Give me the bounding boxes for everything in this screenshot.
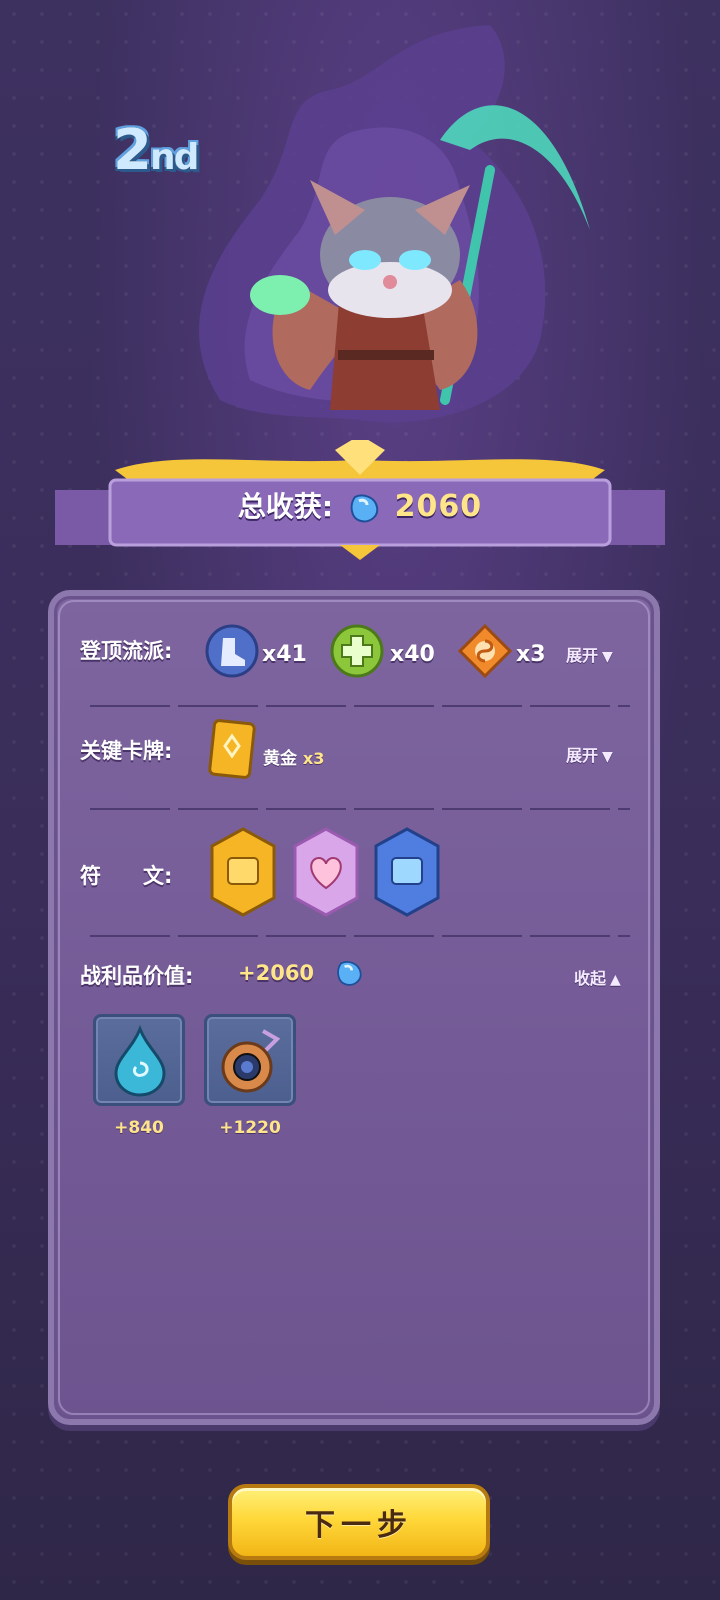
- key-card-count: x3: [302, 749, 325, 768]
- loot-value-total: +2060: [238, 961, 315, 985]
- rank-number: 2: [113, 118, 152, 183]
- gold-chest-rune-icon[interactable]: [208, 826, 278, 918]
- schools-expand-label: 展开: [566, 646, 599, 665]
- loot-item-value: +840: [114, 1118, 164, 1138]
- chevron-up-icon: ▲: [610, 972, 621, 988]
- loot-item[interactable]: [204, 1014, 296, 1106]
- bat-reaper-character-icon: [199, 25, 590, 423]
- loot-value-label: 战利品价值:: [80, 964, 194, 988]
- divider: [90, 808, 630, 810]
- boot-school-icon[interactable]: [205, 624, 259, 678]
- chevron-down-icon: ▼: [602, 649, 613, 665]
- chevron-down-icon: ▼: [602, 749, 613, 765]
- amulet-icon: [221, 1029, 281, 1093]
- loot-collapse-toggle[interactable]: 收起 ▲: [574, 965, 621, 989]
- heart-rune-icon[interactable]: [291, 826, 361, 918]
- key-cards-expand-label: 展开: [566, 746, 599, 765]
- schools-expand-toggle[interactable]: 展开 ▼: [566, 642, 613, 666]
- heal-cross-school-count: x40: [390, 642, 435, 667]
- total-harvest-label: 总收获:: [237, 490, 334, 523]
- total-harvest-value: 2060: [394, 489, 483, 524]
- divider: [90, 935, 630, 937]
- flame-swirl-school-count: x3: [516, 642, 546, 667]
- blue-gem-icon: [337, 961, 362, 986]
- blue-chest-rune-icon[interactable]: [372, 826, 442, 918]
- key-cards-label: 关键卡牌:: [80, 739, 173, 763]
- schools-label: 登顶流派:: [80, 639, 173, 663]
- divider: [90, 705, 630, 707]
- summary-panel-inner-border: [58, 600, 650, 1415]
- runes-label: 符 文:: [80, 864, 173, 888]
- loot-item-value: +1220: [219, 1118, 281, 1138]
- next-step-button[interactable]: 下一步: [228, 1484, 490, 1560]
- boot-school-count: x41: [262, 642, 307, 667]
- blue-gem-icon: [350, 494, 379, 523]
- key-cards-expand-toggle[interactable]: 展开 ▼: [566, 742, 613, 766]
- flame-swirl-school-icon[interactable]: [458, 624, 512, 678]
- heal-cross-school-icon[interactable]: [330, 624, 384, 678]
- key-card-name: 黄金: [263, 749, 297, 769]
- water-drop-icon: [114, 1025, 166, 1097]
- gold-card-icon[interactable]: [208, 718, 256, 780]
- loot-item[interactable]: [93, 1014, 185, 1106]
- key-card-info: 黄金 x3: [263, 744, 324, 769]
- total-harvest: 总收获: 2060: [0, 485, 720, 525]
- loot-collapse-label: 收起: [574, 969, 607, 988]
